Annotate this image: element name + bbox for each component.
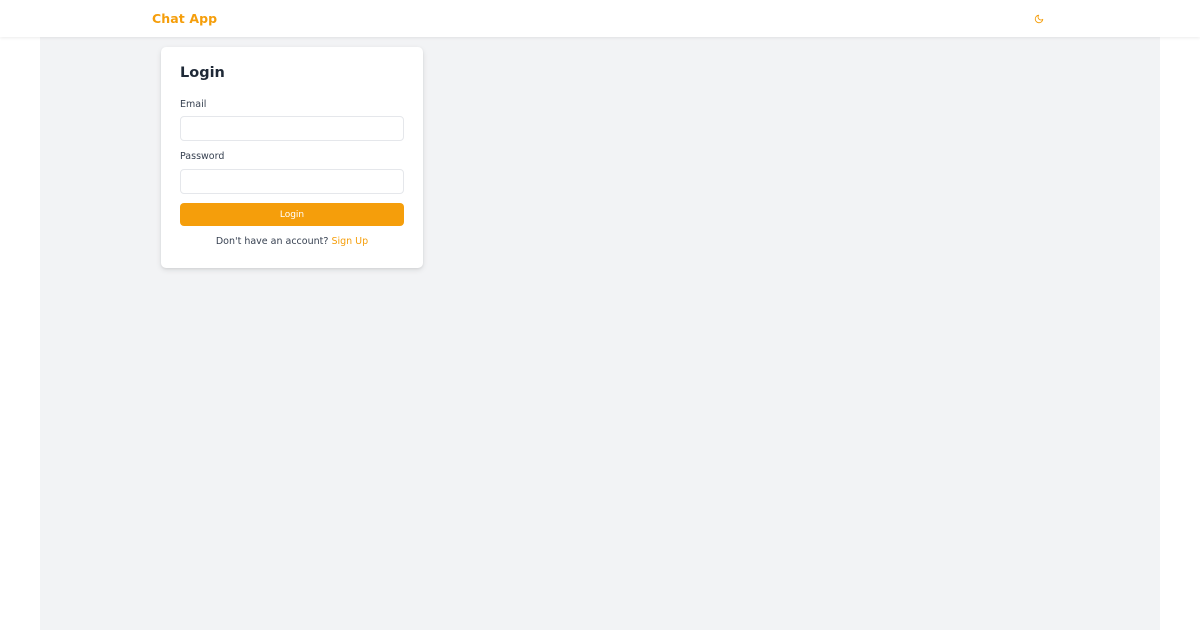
theme-toggle-button[interactable] — [1031, 11, 1047, 27]
login-title: Login — [180, 65, 225, 81]
signup-prompt-row: Don't have an account? Sign Up — [161, 236, 423, 247]
login-card: Login Email Password Login Don't have an… — [161, 47, 423, 268]
login-button[interactable]: Login — [180, 203, 404, 226]
email-field[interactable] — [180, 116, 404, 141]
moon-icon — [1034, 14, 1044, 24]
email-label: Email — [180, 99, 207, 110]
top-nav: Chat App — [0, 0, 1200, 37]
signup-link[interactable]: Sign Up — [331, 236, 368, 247]
brand-logo-text[interactable]: Chat App — [152, 11, 217, 26]
password-label: Password — [180, 151, 225, 162]
signup-prompt-text: Don't have an account? — [215, 236, 329, 247]
password-field[interactable] — [180, 169, 404, 194]
